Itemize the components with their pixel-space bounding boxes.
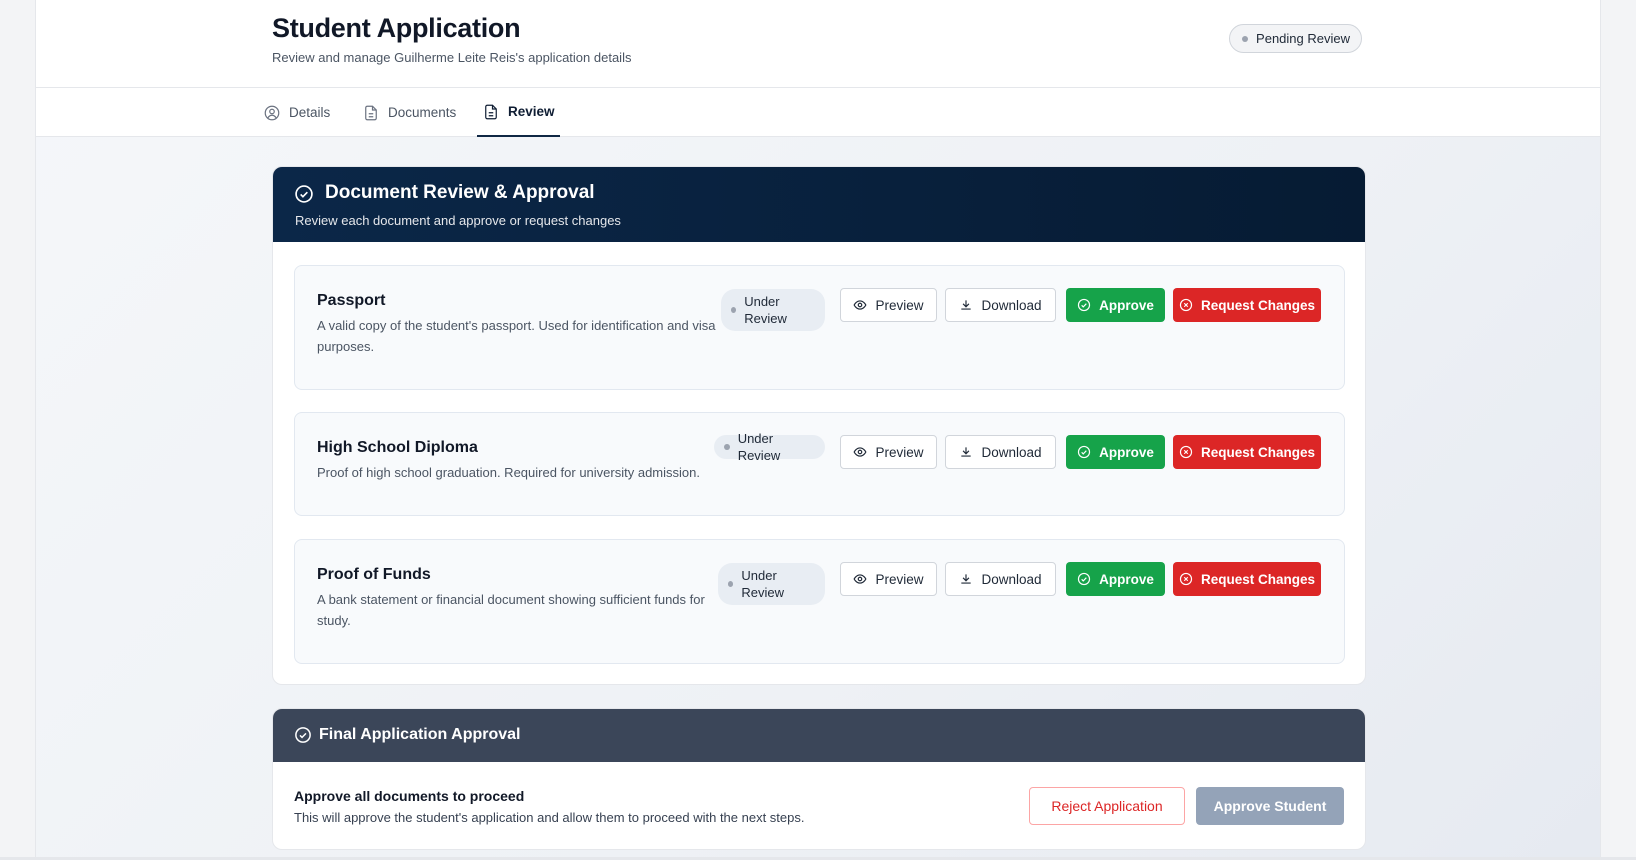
button-label: Download [981, 571, 1042, 587]
approve-button[interactable]: Approve [1066, 435, 1165, 469]
x-circle-icon [1179, 572, 1193, 586]
badge-label: Under Review [741, 568, 785, 600]
download-icon [961, 300, 972, 310]
page-title: Student Application [272, 13, 521, 43]
section-subtitle: Review each document and approve or requ… [295, 213, 621, 228]
status-badge: Pending Review [1229, 24, 1362, 53]
request-changes-button[interactable]: Request Changes [1173, 435, 1321, 469]
approve-button[interactable]: Approve [1066, 562, 1165, 596]
approve-student-button[interactable]: Approve Student [1196, 787, 1344, 825]
status-badge-label: Pending Review [1256, 31, 1350, 46]
eye-icon [853, 300, 867, 310]
badge-label: Under Review [744, 294, 787, 326]
tab-label: Details [289, 105, 331, 120]
document-title: Passport [317, 292, 386, 309]
status-dot [731, 307, 737, 313]
tab-label: Review [508, 104, 555, 119]
document-status-badge: Under Review [721, 289, 825, 331]
tab-details[interactable]: Details [263, 88, 330, 137]
approve-button[interactable]: Approve [1066, 288, 1165, 322]
button-label: Approve [1099, 297, 1154, 313]
button-label: Request Changes [1200, 444, 1316, 460]
document-item-proof-of-funds: Proof of Funds A bank statement or finan… [294, 539, 1345, 664]
document-review-header: Document Review & Approval Review each d… [273, 167, 1365, 242]
page-header: Student Application Review and manage Gu… [36, 0, 1600, 88]
status-dot [724, 444, 730, 450]
request-changes-button[interactable]: Request Changes [1173, 562, 1321, 596]
badge-label: Under Review [737, 431, 781, 463]
button-label: Approve [1099, 444, 1154, 460]
page: Student Application Review and manage Gu… [35, 0, 1601, 860]
final-approval-card: Final Application Approval Approve all d… [272, 708, 1366, 850]
button-label: Approve [1099, 571, 1154, 587]
x-circle-icon [1179, 445, 1193, 459]
download-button[interactable]: Download [945, 288, 1056, 322]
check-circle-icon [1077, 298, 1091, 312]
tab-bar: Details Documents Review [36, 88, 1600, 137]
check-circle-icon [295, 185, 313, 203]
status-dot [1242, 35, 1249, 42]
status-dot [728, 581, 734, 587]
document-status-badge: Under Review [714, 431, 825, 463]
tab-documents[interactable]: Documents [362, 88, 456, 137]
final-approval-header: Final Application Approval [273, 709, 1365, 762]
request-changes-button[interactable]: Request Changes [1173, 288, 1321, 322]
document-item-high-school-diploma: High School Diploma Proof of high school… [294, 412, 1345, 516]
document-icon [485, 104, 497, 119]
download-button[interactable]: Download [945, 435, 1056, 469]
x-circle-icon [1179, 298, 1193, 312]
button-label: Download [981, 444, 1042, 460]
document-item-passport: Passport A valid copy of the student's p… [294, 265, 1345, 390]
document-review-card: Document Review & Approval Review each d… [272, 166, 1366, 685]
button-label: Download [981, 297, 1042, 313]
document-description: A bank statement or financial document s… [317, 592, 705, 628]
button-label: Preview [875, 444, 924, 460]
final-approval-description: This will approve the student's applicat… [294, 810, 805, 825]
document-title: Proof of Funds [317, 566, 431, 583]
reject-application-button[interactable]: Reject Application [1029, 787, 1185, 825]
button-label: Preview [875, 297, 924, 313]
document-status-badge: Under Review [718, 563, 825, 605]
preview-button[interactable]: Preview [840, 562, 937, 596]
download-icon [961, 574, 972, 584]
button-label: Request Changes [1200, 297, 1316, 313]
check-circle-icon [1077, 445, 1091, 459]
page-subtitle: Review and manage Guilherme Leite Reis's… [272, 50, 632, 65]
check-circle-icon [295, 727, 311, 743]
check-circle-icon [1077, 572, 1091, 586]
download-button[interactable]: Download [945, 562, 1056, 596]
section-title: Final Application Approval [319, 726, 521, 743]
final-approval-heading: Approve all documents to proceed [294, 788, 525, 804]
button-label: Request Changes [1200, 571, 1316, 587]
tab-review[interactable]: Review [477, 88, 560, 137]
download-icon [961, 447, 972, 457]
button-label: Preview [875, 571, 924, 587]
section-title: Document Review & Approval [325, 182, 595, 203]
document-description: A valid copy of the student's passport. … [317, 318, 716, 354]
eye-icon [853, 447, 867, 457]
user-circle-icon [264, 105, 280, 120]
preview-button[interactable]: Preview [840, 288, 937, 322]
document-icon [365, 105, 377, 120]
tab-label: Documents [388, 105, 457, 120]
eye-icon [853, 574, 867, 584]
document-description: Proof of high school graduation. Require… [317, 465, 700, 480]
preview-button[interactable]: Preview [840, 435, 937, 469]
document-title: High School Diploma [317, 439, 478, 456]
